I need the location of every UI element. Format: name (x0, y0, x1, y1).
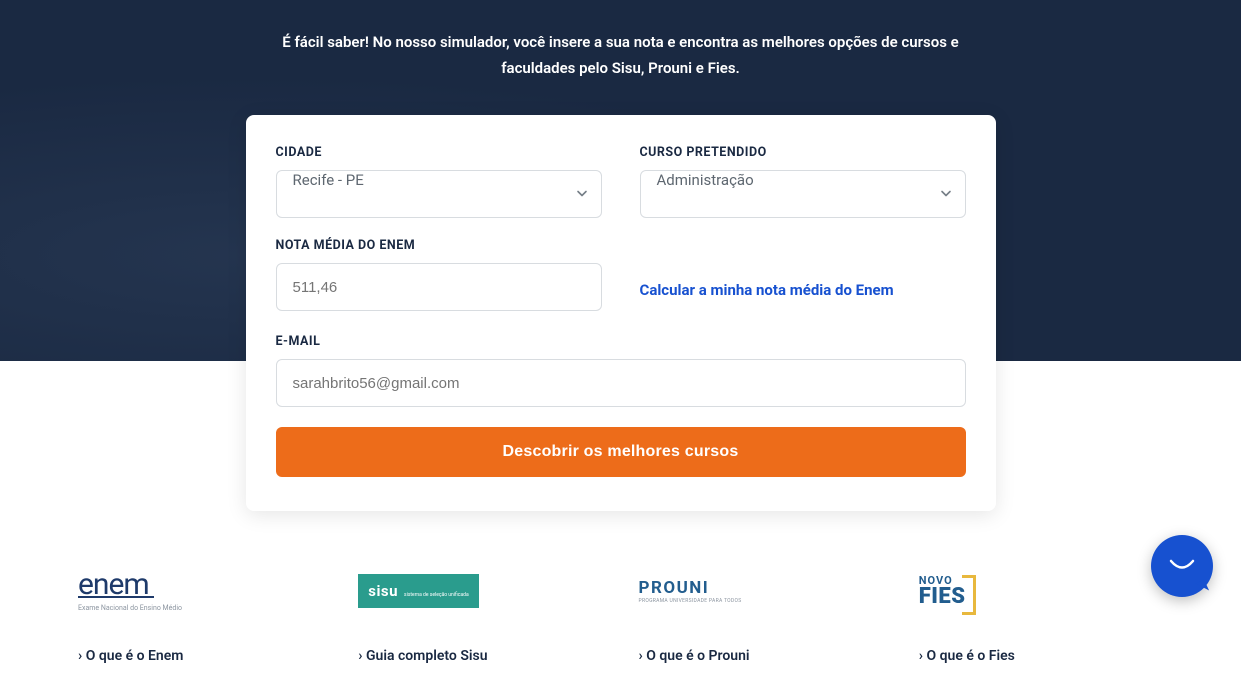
chat-button[interactable] (1151, 535, 1213, 597)
enem-logo-text: enem (78, 570, 182, 600)
email-input[interactable] (276, 359, 966, 407)
fies-link-1[interactable]: O que é o Fies (919, 648, 1015, 664)
email-label: E-MAIL (276, 334, 966, 349)
prouni-link-1[interactable]: O que é o Prouni (639, 648, 750, 664)
prouni-logo-subtext: PROGRAMA UNIVERSIDADE PARA TODOS (639, 598, 742, 604)
curso-label: CURSO PRETENDIDO (640, 145, 966, 160)
sisu-logo-text: sisu (368, 582, 398, 600)
programs-row: enem Exame Nacional do Ensino Médio O qu… (0, 511, 1241, 676)
fies-logo: NOVO FIES (919, 561, 1163, 621)
prouni-logo-text: PROUNI (639, 578, 742, 598)
enem-link-1[interactable]: O que é o Enem (78, 648, 183, 664)
sisu-logo: sisu sistema de seleção unificada (358, 561, 602, 621)
hero-intro-text: É fácil saber! No nosso simulador, você … (251, 0, 991, 81)
simulator-card: CIDADE Recife - PE CURSO PRETENDIDO Admi… (246, 115, 996, 511)
enem-logo: enem Exame Nacional do Ensino Médio (78, 561, 322, 621)
nota-label: NOTA MÉDIA DO ENEM (276, 238, 602, 253)
cidade-select[interactable]: Recife - PE (276, 170, 602, 218)
calc-nota-link[interactable]: Calcular a minha nota média do Enem (640, 266, 966, 314)
sisu-link-1[interactable]: Guia completo Sisu (358, 648, 487, 664)
cidade-label: CIDADE (276, 145, 602, 160)
curso-select[interactable]: Administração (640, 170, 966, 218)
sisu-logo-subtext: sistema de seleção unificada (404, 593, 469, 599)
fies-bracket-icon (962, 575, 976, 615)
smile-icon (1168, 557, 1196, 576)
nota-input[interactable] (276, 263, 602, 311)
submit-button[interactable]: Descobrir os melhores cursos (276, 427, 966, 477)
prouni-logo: PROUNI PROGRAMA UNIVERSIDADE PARA TODOS (639, 561, 883, 621)
fies-logo-text: FIES (919, 586, 966, 608)
enem-logo-subtext: Exame Nacional do Ensino Médio (78, 604, 182, 612)
